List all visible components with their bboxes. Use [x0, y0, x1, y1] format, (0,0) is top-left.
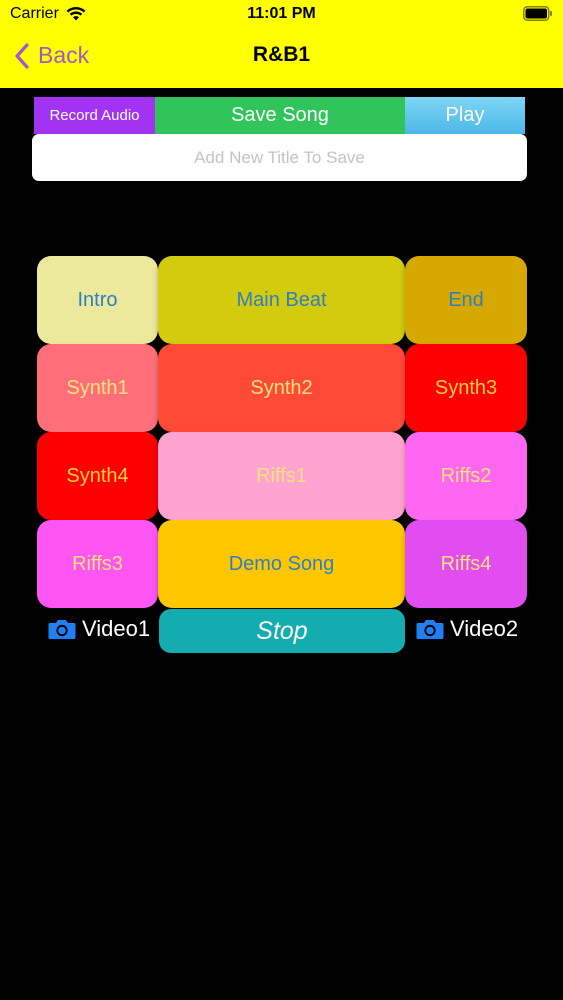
pad-demo-song[interactable]: Demo Song [158, 520, 405, 608]
pad-end[interactable]: End [405, 256, 527, 344]
title-input[interactable] [32, 134, 527, 181]
camera-icon [48, 620, 76, 639]
pad-riffs1[interactable]: Riffs1 [158, 432, 405, 520]
pad-intro[interactable]: Intro [37, 256, 158, 344]
camera-icon [416, 620, 444, 639]
video1-label: Video1 [82, 616, 151, 641]
video2-label: Video2 [450, 616, 519, 641]
pad-synth2[interactable]: Synth2 [158, 344, 405, 432]
pad-synth3[interactable]: Synth3 [405, 344, 527, 432]
header-area: Carrier 11:01 PM Back R&B1 [0, 0, 563, 88]
play-button[interactable]: Play [405, 97, 525, 134]
save-song-button[interactable]: Save Song [155, 97, 405, 134]
pad-main-beat[interactable]: Main Beat [158, 256, 405, 344]
record-audio-button[interactable]: Record Audio [34, 97, 155, 134]
navigation-bar: Back R&B1 [0, 30, 563, 88]
stop-button[interactable]: Stop [159, 609, 405, 653]
pad-riffs2[interactable]: Riffs2 [405, 432, 527, 520]
pad-riffs4[interactable]: Riffs4 [405, 520, 527, 608]
status-time: 11:01 PM [247, 5, 316, 22]
video1-button[interactable]: Video1 [48, 616, 150, 642]
status-bar: Carrier 11:01 PM [0, 0, 563, 30]
video2-button[interactable]: Video2 [416, 616, 518, 642]
battery-icon [523, 6, 552, 21]
pad-riffs3[interactable]: Riffs3 [37, 520, 158, 608]
toolbar: Record Audio Save Song Play [34, 97, 525, 134]
pad-synth1[interactable]: Synth1 [37, 344, 158, 432]
pad-synth4[interactable]: Synth4 [37, 432, 158, 520]
page-title: R&B1 [252, 43, 311, 66]
